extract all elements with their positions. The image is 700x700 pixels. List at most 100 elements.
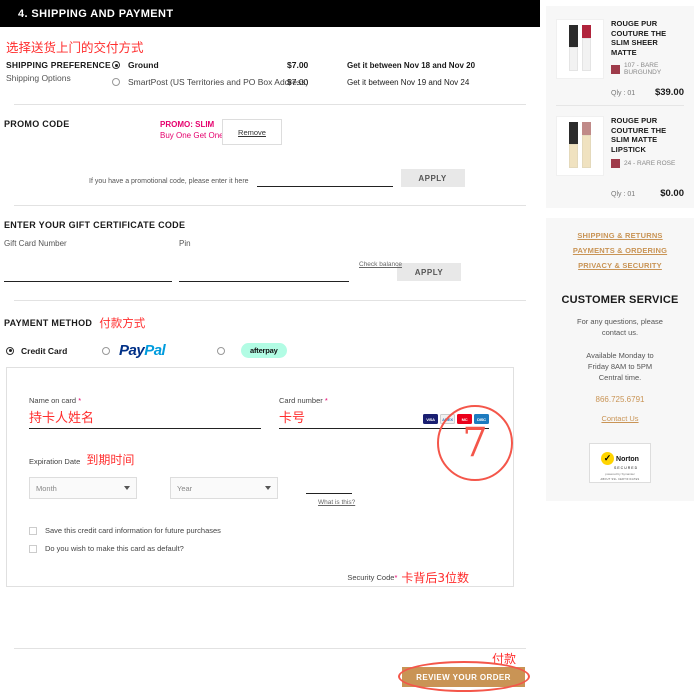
review-your-order-button[interactable]: REVIEW YOUR ORDER (402, 667, 525, 687)
shipping-section: 选择送货上门的交付方式 SHIPPING PREFERENCE Shipping… (0, 27, 540, 87)
product-name: ROUGE PUR COUTURE THE SLIM MATTE LIPSTIC… (611, 116, 667, 154)
link-payments-ordering[interactable]: PAYMENTS & ORDERING (556, 246, 684, 255)
shipping-option-smartpost-eta: Get it between Nov 19 and Nov 24 (347, 77, 470, 87)
cart-item: ROUGE PUR COUTURE THE SLIM SHEER MATTE 1… (556, 15, 684, 81)
chevron-down-icon-year (265, 486, 271, 490)
shipping-option-smartpost[interactable]: SmartPost (US Territories and PO Box Add… (112, 77, 526, 87)
product-shade-label: 24 - RARE ROSE (624, 160, 676, 167)
shipping-cn-heading: 选择送货上门的交付方式 (6, 40, 144, 55)
payment-option-credit-card[interactable]: Credit Card (6, 346, 102, 356)
promo-remove-box[interactable]: Remove (222, 119, 282, 145)
shipping-option-smartpost-label: SmartPost (US Territories and PO Box Add… (128, 77, 309, 87)
payment-method-cn-title: 付款方式 (99, 316, 146, 330)
visa-icon: VISA (423, 414, 438, 424)
customer-service-title: CUSTOMER SERVICE (561, 294, 679, 306)
promo-input-hint: If you have a promotional code, please e… (89, 178, 249, 185)
expiration-year-select[interactable]: Year (170, 477, 278, 499)
customer-service-phone[interactable]: 866.725.6791 (556, 395, 684, 404)
payment-option-afterpay[interactable]: afterpay (217, 343, 287, 358)
gift-fields: Gift Card Number Pin APPLY Check balance (4, 239, 526, 282)
product-qty-price-row: Qly : 01 $0.00 (556, 188, 684, 199)
product-qty-price-row: Qly : 01 $39.00 (556, 87, 684, 98)
promo-code-input[interactable] (256, 173, 393, 187)
paypal-logo: PayPal (119, 342, 166, 359)
card-form-row-2: Expiration Date 到期时间 Security Code * 卡背后… (29, 451, 491, 585)
card-form-row-3: Month Year What is this? (29, 477, 491, 506)
customer-service-text-line2: contact us. (601, 328, 639, 337)
name-on-card-label-text: Name on card (29, 396, 77, 405)
name-on-card-label: Name on card * (29, 396, 261, 405)
expiration-date-label: Expiration Date 到期时间 (29, 451, 134, 468)
product-shade-label: 107 - BARE BURGUNDY (624, 62, 662, 76)
checkmark-icon: ✓ (601, 452, 615, 465)
gift-pin-input[interactable] (179, 268, 349, 282)
default-card-checkbox[interactable] (29, 544, 37, 553)
promo-applied: PROMO: SLIM Buy One Get One Remove (160, 119, 282, 145)
security-code-label: Security Code * 卡背后3位数 (347, 569, 469, 586)
security-code-cn-annotation: 卡背后3位数 (401, 571, 469, 585)
lipstick-closed-icon (569, 25, 578, 71)
save-card-label: Save this credit card information for fu… (45, 526, 221, 535)
gift-certificate-title: ENTER YOUR GIFT CERTIFICATE CODE (4, 220, 186, 230)
norton-about-ssl: ABOUT SSL CERTIFICATES (600, 477, 640, 481)
save-card-checkbox-row[interactable]: Save this credit card information for fu… (29, 526, 491, 535)
lipstick-closed-icon-2 (569, 122, 578, 168)
expiration-month-select[interactable]: Month (29, 477, 137, 499)
link-privacy-security[interactable]: PRIVACY & SECURITY (556, 261, 684, 270)
product-price: $0.00 (660, 188, 684, 199)
what-is-this-link[interactable]: What is this? (318, 499, 355, 506)
expiration-year-value: Year (177, 483, 193, 493)
security-code-input[interactable] (306, 477, 352, 494)
required-asterisk: * (76, 396, 82, 405)
afterpay-logo: afterpay (241, 343, 287, 358)
gift-apply-button[interactable]: APPLY (397, 263, 461, 281)
checkout-page: 4. SHIPPING AND PAYMENT 选择送货上门的交付方式 SHIP… (0, 0, 700, 700)
cart-item: ROUGE PUR COUTURE THE SLIM MATTE LIPSTIC… (556, 112, 684, 178)
cart-item-divider (556, 105, 684, 106)
expiration-date-cn-annotation: 到期时间 (86, 453, 135, 467)
product-quantity: Qly : 01 (611, 90, 636, 97)
name-on-card-field[interactable]: 持卡人姓名 (29, 405, 261, 429)
product-shade-row: 24 - RARE ROSE (611, 159, 684, 168)
product-name: ROUGE PUR COUTURE THE SLIM SHEER MATTE (611, 19, 667, 57)
customer-service-hours: Available Monday to Friday 8AM to 5PM Ce… (556, 350, 684, 383)
product-image-2 (556, 116, 604, 176)
radio-afterpay[interactable] (217, 346, 225, 355)
hours-line3: Central time. (598, 373, 642, 382)
promo-remove-link[interactable]: Remove (238, 128, 266, 137)
default-card-checkbox-row[interactable]: Do you wish to make this card as default… (29, 544, 491, 553)
gift-card-number-input[interactable] (4, 268, 172, 282)
customer-service-panel: SHIPPING & RETURNS PAYMENTS & ORDERING P… (546, 218, 694, 501)
gift-certificate-section: ENTER YOUR GIFT CERTIFICATE CODE Gift Ca… (0, 206, 540, 282)
payment-option-paypal[interactable]: PayPal (102, 342, 217, 359)
radio-paypal[interactable] (102, 346, 110, 355)
link-shipping-returns[interactable]: SHIPPING & RETURNS (556, 231, 684, 240)
product-price: $39.00 (654, 87, 684, 98)
lipstick-open-icon-2 (582, 122, 591, 168)
radio-credit-card[interactable] (6, 346, 14, 355)
shipping-preference-label: SHIPPING PREFERENCE (6, 60, 111, 70)
card-number-cn-annotation: 卡号 (279, 411, 306, 426)
gift-card-number-label: Gift Card Number (4, 239, 67, 248)
promo-apply-button[interactable]: APPLY (400, 169, 465, 187)
radio-ground[interactable] (112, 61, 120, 69)
norton-secured-label: SECURED (614, 465, 639, 470)
gift-pin-label: Pin (179, 239, 191, 248)
expiration-date-label-text: Expiration Date (29, 457, 81, 466)
save-card-checkbox[interactable] (29, 526, 37, 535)
contact-us-link[interactable]: Contact Us (556, 414, 684, 423)
shipping-option-ground[interactable]: Ground $7.00 Get it between Nov 18 and N… (112, 60, 526, 70)
radio-smartpost[interactable] (112, 78, 120, 86)
norton-label: Norton (616, 455, 639, 463)
payment-method-options: Credit Card PayPal afterpay (4, 342, 526, 359)
cart-items-panel: ROUGE PUR COUTURE THE SLIM SHEER MATTE 1… (546, 6, 694, 208)
norton-powered-by: powered by Symantec (605, 471, 635, 476)
hours-line1: Available Monday to (586, 351, 654, 360)
product-quantity: Qly : 01 (611, 191, 636, 198)
name-on-card-cn-annotation: 持卡人姓名 (29, 411, 95, 426)
card-number-label-text: Card number (279, 396, 323, 405)
check-balance-link[interactable]: Check balance (359, 261, 402, 268)
review-order-cn-annotation: 付款 (492, 652, 517, 666)
checkout-main-column: 4. SHIPPING AND PAYMENT 选择送货上门的交付方式 SHIP… (0, 0, 540, 700)
hours-line2: Friday 8AM to 5PM (587, 362, 653, 371)
